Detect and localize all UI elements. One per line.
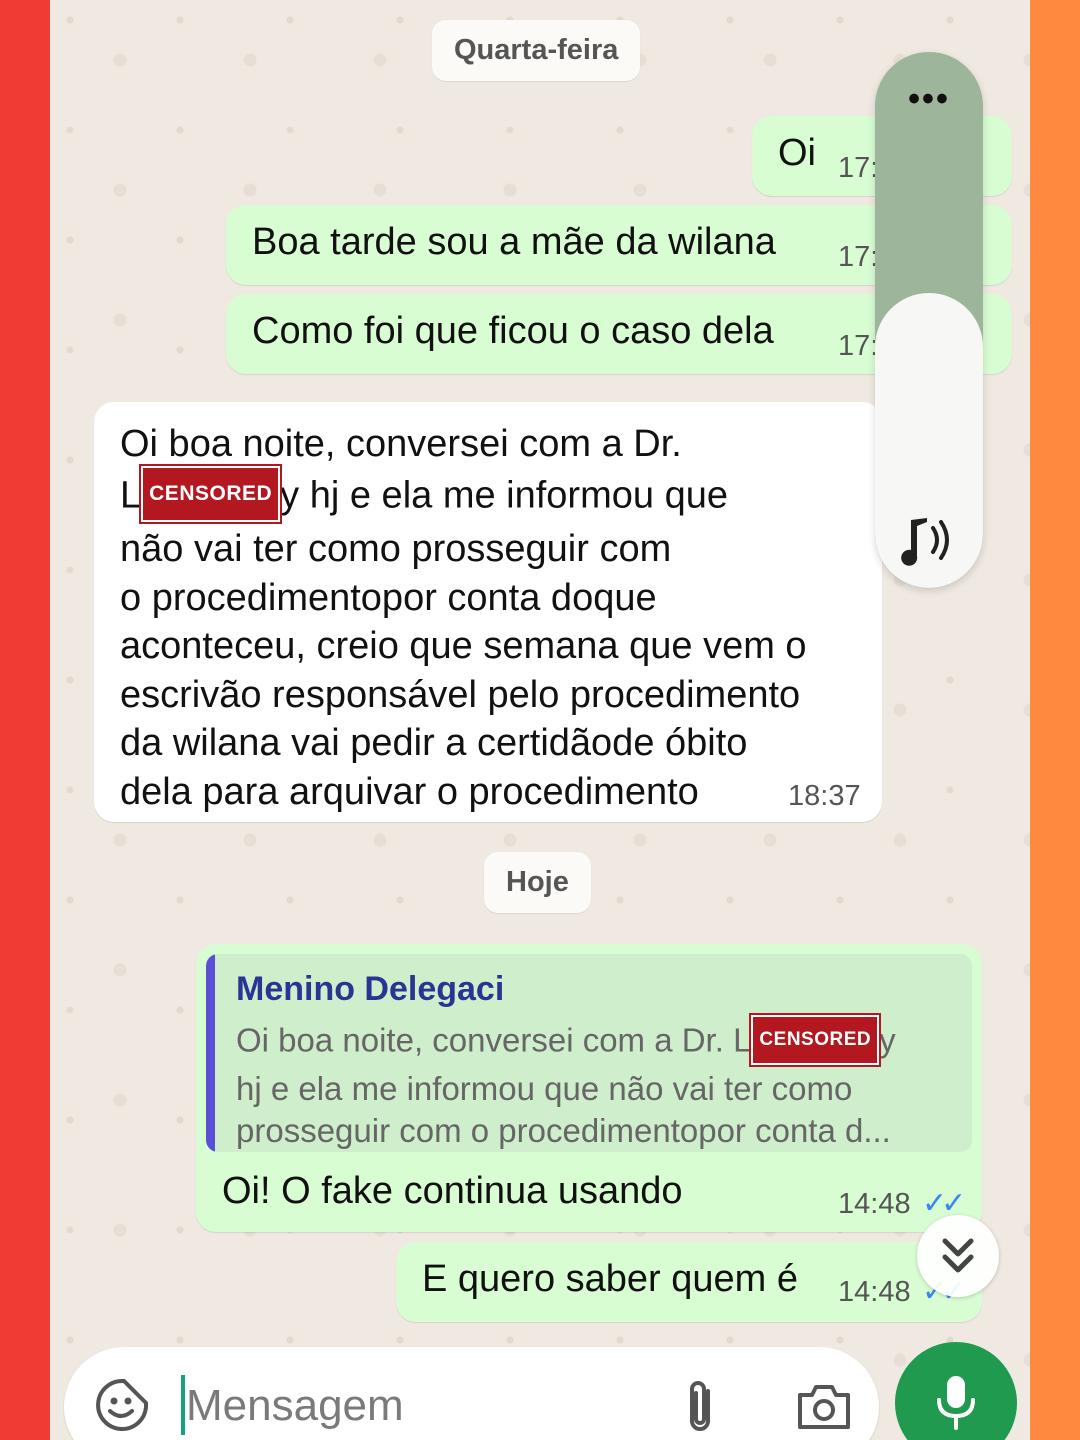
message-text: Boa tarde sou a mãe da wilana [252,221,776,263]
message-text: Como foi que ficou o caso dela [252,310,774,352]
left-border [0,0,50,1440]
microphone-icon [937,1376,975,1430]
volume-slider[interactable]: ••• [875,52,983,588]
censored-label: CENSORED [749,1013,882,1067]
message-time: 17: [838,241,879,273]
quoted-message[interactable]: Menino Delegaci Oi boa noite, conversei … [206,954,972,1152]
message-text: Oi [778,132,816,174]
date-chip-wednesday: Quarta-feira [432,20,641,81]
quote-bar [206,954,215,1152]
message-composer [64,1347,879,1440]
message-text: Oi! O fake continua usando [222,1170,683,1212]
quote-text: Oi boa noite, conversei com a Dr. L CENSO… [236,1013,896,1152]
message-time: 18:37 [788,780,861,812]
text-cursor [181,1375,185,1435]
message-text: E quero saber quem é [422,1258,799,1300]
double-chevron-down-icon [942,1238,974,1273]
date-chip-today: Hoje [484,852,591,913]
message-bubble-reply[interactable]: Menino Delegaci Oi boa noite, conversei … [196,944,982,1232]
sticker-emoji-icon[interactable] [94,1377,150,1433]
message-bubble-last[interactable]: E quero saber quem é 14:48 ✓✓ [396,1242,982,1322]
paperclip-icon[interactable] [678,1377,722,1437]
incoming-message-text: Oi boa noite, conversei com a Dr. L CENSO… [120,423,807,813]
right-border [1030,0,1080,1440]
message-time: 17: [838,330,879,362]
message-time: 17: [838,152,879,184]
message-time: 14:48 [838,1276,911,1308]
quote-author: Menino Delegaci [236,970,505,1008]
message-input[interactable] [186,1373,646,1439]
volume-level-fill[interactable] [875,293,983,588]
volume-menu-icon[interactable]: ••• [875,80,983,119]
camera-icon[interactable] [796,1381,852,1431]
speaker-icon [901,518,949,566]
voice-record-button[interactable] [895,1342,1017,1440]
message-bubble-incoming[interactable]: Oi boa noite, conversei com a Dr. L CENSO… [94,402,882,822]
message-time: 14:48 [838,1188,911,1220]
scroll-to-bottom-button[interactable] [917,1215,999,1297]
chat-area[interactable]: Quarta-feira Oi 17: Boa tarde sou a mãe … [50,0,1030,1440]
censored-label: CENSORED [139,463,283,524]
